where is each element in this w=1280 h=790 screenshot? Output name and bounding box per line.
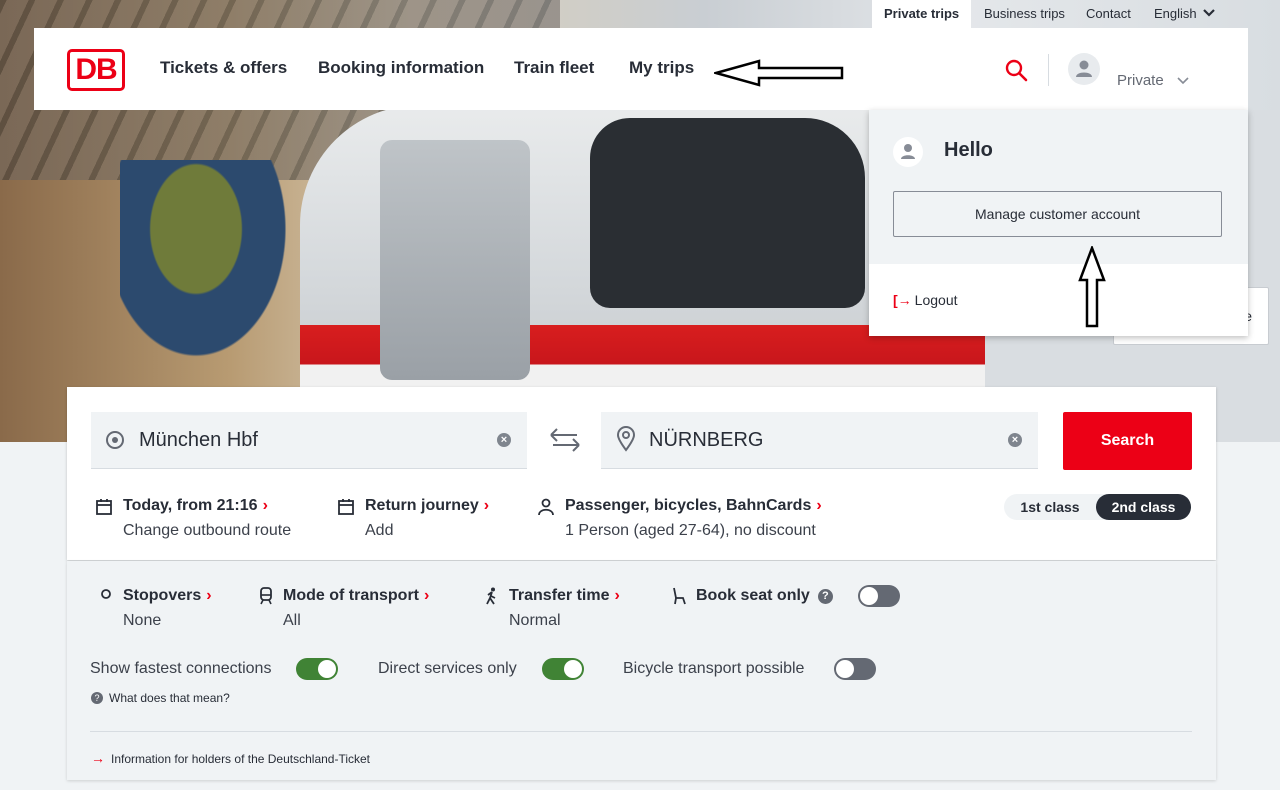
meta-nav: Private trips Business trips Contact Eng… — [34, 0, 1248, 28]
chevron-right-icon: › — [262, 497, 268, 514]
return-title: Return journey — [365, 497, 479, 514]
bicycle-label: Bicycle transport possible — [623, 660, 805, 677]
nav-train-fleet[interactable]: Train fleet — [514, 58, 594, 78]
mode-option[interactable]: Mode of transport › All — [260, 587, 430, 630]
search-icon[interactable] — [1004, 58, 1028, 82]
origin-icon — [106, 431, 124, 449]
transfer-title: Transfer time — [509, 587, 610, 604]
return-option[interactable]: Return journey › Add — [338, 497, 490, 540]
mode-value: All — [283, 612, 301, 629]
account-dropdown: Hello Manage customer account [→ Logout — [869, 110, 1248, 336]
fastest-label: Show fastest connections — [90, 660, 272, 677]
class-selector: 1st class 2nd class — [1004, 494, 1191, 520]
account-avatar[interactable] — [1068, 53, 1100, 85]
chevron-right-icon: › — [816, 497, 822, 514]
search-button[interactable]: Search — [1063, 412, 1192, 470]
greeting: Hello — [944, 139, 993, 161]
destination-field[interactable]: NÜRNBERG × — [601, 412, 1038, 469]
language-selector[interactable]: English — [1154, 0, 1216, 28]
direct-label: Direct services only — [378, 660, 517, 677]
search-card: München Hbf × NÜRNBERG × Search Today, f… — [67, 387, 1216, 560]
help-link[interactable]: ? What does that mean? — [91, 691, 230, 705]
chevron-down-icon — [1203, 9, 1216, 17]
seat-only-title: Book seat only — [696, 587, 810, 604]
location-pin-icon — [616, 426, 636, 452]
main-header: DB Tickets & offers Booking information … — [34, 28, 1248, 110]
bicycle-toggle[interactable] — [834, 658, 876, 680]
swap-icon[interactable] — [549, 427, 581, 453]
meta-contact[interactable]: Contact — [1086, 0, 1131, 28]
seat-only-toggle[interactable] — [858, 585, 900, 607]
chevron-down-icon[interactable] — [1176, 74, 1190, 88]
walking-icon — [486, 587, 496, 605]
second-class-option[interactable]: 2nd class — [1096, 494, 1191, 520]
first-class-option[interactable]: 1st class — [1004, 494, 1096, 520]
direct-toggle[interactable] — [542, 658, 584, 680]
stopover-icon — [101, 589, 111, 599]
chevron-right-icon: › — [614, 587, 620, 604]
meta-private-trips[interactable]: Private trips — [872, 0, 972, 28]
passengers-option[interactable]: Passenger, bicycles, BahnCards › 1 Person… — [538, 497, 822, 540]
toggle-knob — [836, 660, 854, 678]
divider — [90, 731, 1192, 732]
dropdown-avatar — [893, 137, 923, 167]
passengers-subtitle: 1 Person (aged 27-64), no discount — [565, 522, 816, 539]
travelers-figure — [120, 160, 310, 390]
origin-field[interactable]: München Hbf × — [91, 412, 527, 469]
chevron-right-icon: › — [424, 587, 430, 604]
seat-icon — [673, 587, 686, 605]
outbound-subtitle: Change outbound route — [123, 522, 292, 539]
chevron-right-icon: › — [206, 587, 212, 604]
nav-tickets-offers[interactable]: Tickets & offers — [160, 58, 287, 78]
advanced-options: Stopovers › None Mode of transport › All T… — [67, 561, 1216, 780]
chevron-right-icon: › — [483, 497, 490, 514]
header-divider — [1048, 54, 1049, 86]
logout-link[interactable]: [→ Logout — [893, 292, 958, 308]
toggle-knob — [564, 660, 582, 678]
user-icon — [1076, 60, 1092, 77]
person-icon — [538, 498, 554, 516]
train-door — [380, 140, 530, 380]
annotation-arrow-left-icon — [714, 59, 844, 87]
stopovers-title: Stopovers — [123, 587, 202, 604]
help-icon: ? — [91, 692, 103, 704]
passengers-title: Passenger, bicycles, BahnCards — [565, 497, 812, 514]
return-subtitle: Add — [365, 522, 394, 539]
outbound-option[interactable]: Today, from 21:16 › Change outbound route — [96, 497, 292, 540]
meta-business-trips[interactable]: Business trips — [984, 0, 1065, 28]
transfer-option[interactable]: Transfer time › Normal — [486, 587, 620, 630]
stopovers-value: None — [123, 612, 162, 629]
toggle-knob — [318, 660, 336, 678]
logout-label: Logout — [914, 292, 958, 308]
clear-origin-icon[interactable]: × — [497, 433, 511, 447]
destination-value: NÜRNBERG — [649, 429, 764, 451]
fastest-toggle[interactable] — [296, 658, 338, 680]
help-icon[interactable]: ? — [817, 589, 833, 604]
deutschland-ticket-label: Information for holders of the Deutschla… — [111, 752, 371, 766]
stopovers-option[interactable]: Stopovers › None — [101, 587, 212, 630]
arrow-right-icon: → — [91, 750, 105, 766]
calendar-icon — [338, 499, 354, 515]
help-link-label: What does that mean? — [109, 691, 230, 705]
outbound-title: Today, from 21:16 — [123, 497, 258, 514]
transfer-value: Normal — [509, 612, 561, 629]
nav-my-trips[interactable]: My trips — [629, 58, 694, 78]
train-window — [590, 118, 865, 308]
logout-icon: [→ — [893, 292, 912, 308]
origin-value: München Hbf — [139, 429, 258, 451]
db-logo[interactable]: DB — [67, 49, 125, 91]
toggle-knob — [860, 587, 878, 605]
calendar-icon — [96, 499, 112, 515]
clear-destination-icon[interactable]: × — [1008, 433, 1022, 447]
annotation-arrow-up-icon — [1078, 246, 1106, 328]
deutschland-ticket-link[interactable]: → Information for holders of the Deutschl… — [91, 750, 370, 766]
mode-title: Mode of transport — [283, 587, 419, 604]
seat-only-option: Book seat only? — [673, 587, 833, 605]
nav-booking-information[interactable]: Booking information — [318, 58, 484, 78]
account-type-label[interactable]: Private — [1117, 72, 1164, 89]
manage-account-button[interactable]: Manage customer account — [893, 191, 1222, 237]
user-icon — [901, 144, 915, 159]
language-label: English — [1154, 6, 1197, 21]
train-icon — [260, 587, 272, 605]
